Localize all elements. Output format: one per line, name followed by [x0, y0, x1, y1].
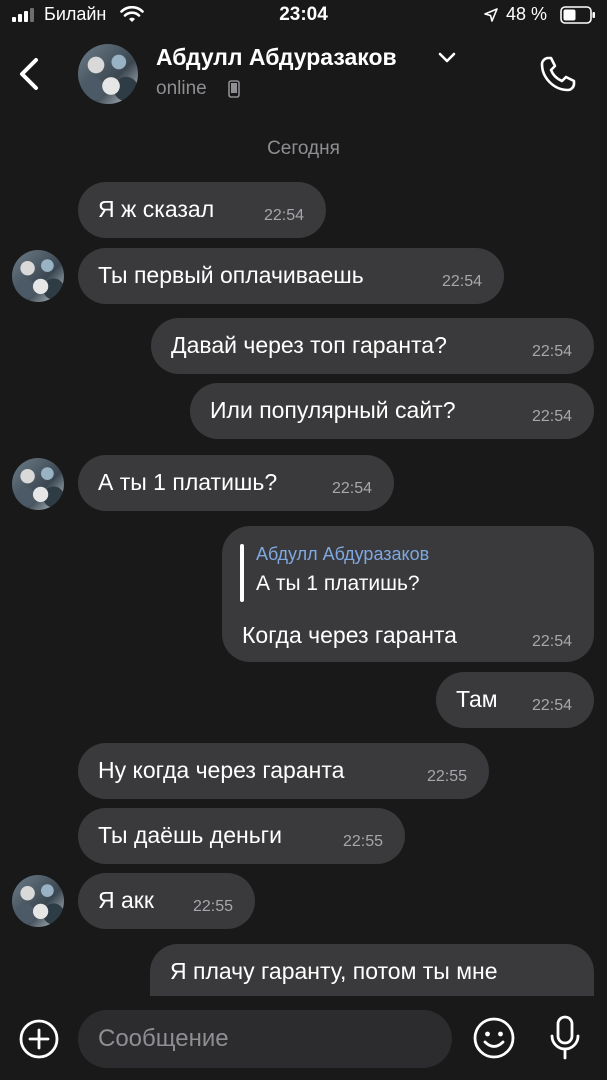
message-text: Я ж сказал — [98, 196, 215, 222]
microphone-icon[interactable] — [546, 1014, 584, 1062]
outgoing-message[interactable]: Там 22:54 — [436, 672, 594, 728]
sender-avatar[interactable] — [12, 875, 64, 927]
outgoing-reply-message[interactable]: Абдулл Абдуразаков А ты 1 платишь? Когда… — [222, 526, 594, 662]
message-time: 22:55 — [342, 833, 383, 850]
message-time: 22:54 — [441, 273, 482, 290]
incoming-message[interactable]: Ты первый оплачиваешь 22:54 — [78, 248, 504, 304]
battery-percent: 48 % — [506, 4, 548, 24]
message-text: Когда через гаранта — [242, 622, 457, 648]
message-text: Или популярный сайт? — [210, 397, 456, 423]
incoming-message[interactable]: Ну когда через гаранта 22:55 — [78, 743, 489, 799]
plus-circle-icon[interactable] — [18, 1018, 60, 1060]
message-text: Ну когда через гаранта — [98, 757, 345, 783]
reply-quote-bar — [240, 544, 244, 602]
date-separator: Сегодня — [267, 138, 340, 159]
reply-author[interactable]: Абдулл Абдуразаков — [256, 544, 429, 565]
message-time: 22:54 — [531, 633, 572, 650]
message-time: 22:55 — [426, 768, 467, 785]
message-input[interactable] — [78, 1010, 452, 1068]
mobile-device-icon — [228, 80, 240, 98]
message-time: 22:54 — [263, 207, 304, 224]
message-text: Ты даёшь деньги — [98, 822, 282, 848]
smiley-icon[interactable] — [472, 1016, 516, 1060]
chevron-down-icon[interactable] — [438, 52, 456, 64]
phone-icon[interactable] — [538, 54, 578, 94]
reply-quoted-text[interactable]: А ты 1 платишь? — [256, 572, 420, 596]
message-text: Ты первый оплачиваешь — [98, 262, 364, 288]
sender-avatar[interactable] — [12, 458, 64, 510]
battery-icon — [560, 6, 595, 24]
outgoing-message[interactable]: Давай через топ гаранта? 22:54 — [151, 318, 594, 374]
incoming-message[interactable]: Я акк 22:55 — [78, 873, 255, 929]
message-time: 22:54 — [531, 697, 572, 714]
message-time: 22:54 — [531, 408, 572, 425]
incoming-message[interactable]: А ты 1 платишь? 22:54 — [78, 455, 394, 511]
online-status: online — [156, 78, 207, 99]
contact-name[interactable]: Абдулл Абдуразаков — [156, 44, 397, 71]
incoming-message[interactable]: Я ж сказал 22:54 — [78, 182, 326, 238]
message-time: 22:55 — [192, 898, 233, 915]
sender-avatar[interactable] — [12, 250, 64, 302]
message-text: Давай через топ гаранта? — [171, 332, 447, 358]
incoming-message[interactable]: Ты даёшь деньги 22:55 — [78, 808, 405, 864]
message-text: Я акк — [98, 887, 154, 913]
outgoing-message[interactable]: Или популярный сайт? 22:54 — [190, 383, 594, 439]
chevron-left-icon[interactable] — [16, 56, 44, 92]
message-text: Там — [456, 686, 498, 712]
location-arrow-icon — [484, 8, 498, 22]
message-time: 22:54 — [331, 480, 372, 497]
contact-avatar[interactable] — [78, 44, 138, 104]
status-bar: Билайн 23:04 48 % — [0, 0, 607, 34]
message-time: 22:54 — [531, 343, 572, 360]
message-text: А ты 1 платишь? — [98, 469, 278, 495]
message-text: Я плачу гаранту, потом ты мне — [170, 958, 498, 984]
